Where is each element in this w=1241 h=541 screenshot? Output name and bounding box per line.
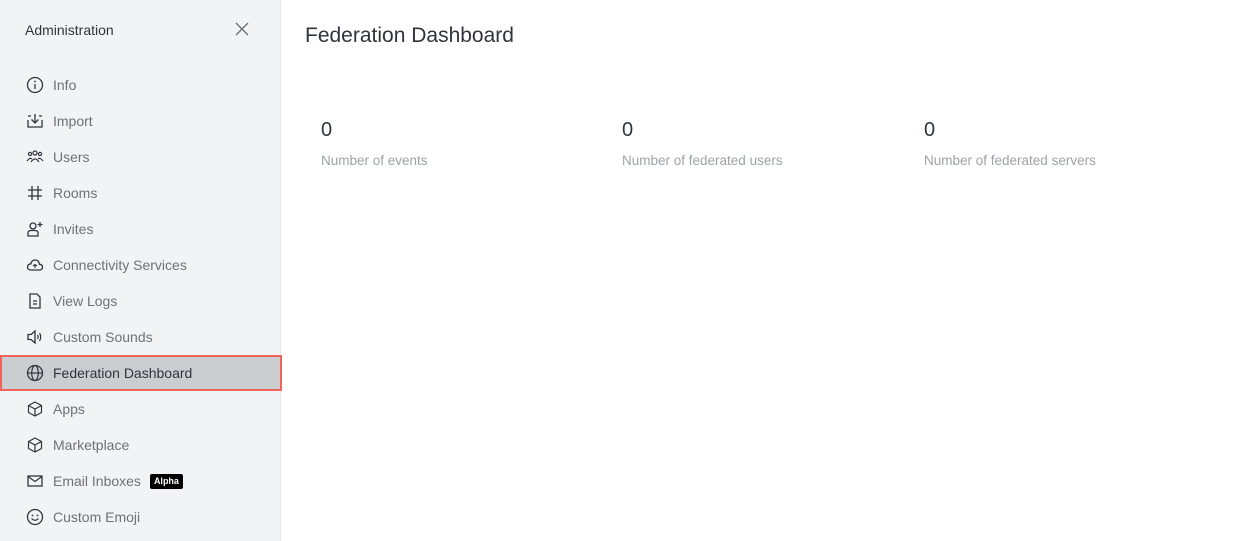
sidebar-title: Administration bbox=[25, 22, 114, 38]
sidebar-item-label: Marketplace bbox=[53, 437, 130, 453]
sidebar-item-label: Invites bbox=[53, 221, 94, 237]
alpha-badge: Alpha bbox=[149, 473, 183, 489]
import-icon bbox=[25, 111, 45, 131]
stat-value: 0 bbox=[622, 119, 634, 141]
cube-icon bbox=[25, 399, 45, 419]
cube-icon bbox=[25, 435, 45, 455]
sidebar-item-rooms[interactable]: Rooms bbox=[0, 175, 280, 211]
mail-icon bbox=[25, 471, 45, 491]
page-title: Federation Dashboard bbox=[305, 24, 514, 47]
sidebar-item-label: View Logs bbox=[53, 293, 118, 309]
admin-sidebar: Administration Info Import Users Rooms I… bbox=[0, 0, 282, 541]
stat-label: Number of events bbox=[321, 153, 428, 168]
sidebar-item-label: Custom Emoji bbox=[53, 509, 141, 525]
sidebar-item-invites[interactable]: Invites bbox=[0, 211, 280, 247]
hashtag-icon bbox=[25, 183, 45, 203]
stat-events: 0 Number of events bbox=[321, 117, 428, 168]
emoji-icon bbox=[25, 507, 45, 527]
sidebar-item-label: Custom Sounds bbox=[53, 329, 153, 345]
sidebar-item-apps[interactable]: Apps bbox=[0, 391, 280, 427]
document-icon bbox=[25, 291, 45, 311]
sidebar-item-federation-dashboard[interactable]: Federation Dashboard bbox=[0, 355, 282, 391]
sidebar-item-label: Users bbox=[53, 149, 90, 165]
stat-federated-users: 0 Number of federated users bbox=[622, 117, 783, 168]
sidebar-item-import[interactable]: Import bbox=[0, 103, 280, 139]
stat-label: Number of federated users bbox=[622, 153, 783, 168]
sidebar-item-label: Connectivity Services bbox=[53, 257, 187, 273]
sidebar-nav: Info Import Users Rooms Invites Connecti… bbox=[0, 67, 282, 535]
sidebar-item-label: Rooms bbox=[53, 185, 98, 201]
sidebar-header: Administration bbox=[0, 0, 280, 60]
sidebar-item-info[interactable]: Info bbox=[0, 67, 280, 103]
sidebar-item-custom-sounds[interactable]: Custom Sounds bbox=[0, 319, 280, 355]
cloud-icon bbox=[25, 255, 45, 275]
sidebar-item-marketplace[interactable]: Marketplace bbox=[0, 427, 280, 463]
sidebar-item-view-logs[interactable]: View Logs bbox=[0, 283, 280, 319]
sidebar-item-label: Email Inboxes bbox=[53, 473, 141, 489]
globe-icon bbox=[25, 363, 45, 383]
sidebar-item-label: Apps bbox=[53, 401, 85, 417]
sidebar-item-users[interactable]: Users bbox=[0, 139, 280, 175]
sidebar-item-connectivity-services[interactable]: Connectivity Services bbox=[0, 247, 280, 283]
volume-icon bbox=[25, 327, 45, 347]
close-button[interactable] bbox=[233, 20, 251, 38]
sidebar-item-custom-emoji[interactable]: Custom Emoji bbox=[0, 499, 280, 535]
user-plus-icon bbox=[25, 219, 45, 239]
stat-label: Number of federated servers bbox=[924, 153, 1096, 168]
stat-federated-servers: 0 Number of federated servers bbox=[924, 117, 1096, 168]
sidebar-item-label: Info bbox=[53, 77, 77, 93]
stat-value: 0 bbox=[924, 119, 936, 141]
sidebar-item-email-inboxes[interactable]: Email Inboxes Alpha bbox=[0, 463, 280, 499]
users-icon bbox=[25, 147, 45, 167]
main-content: Federation Dashboard 0 Number of events … bbox=[282, 0, 1241, 541]
sidebar-item-label: Import bbox=[53, 113, 93, 129]
close-icon bbox=[235, 22, 249, 36]
stat-value: 0 bbox=[321, 119, 333, 141]
sidebar-item-label: Federation Dashboard bbox=[53, 365, 193, 381]
info-circle-icon bbox=[25, 75, 45, 95]
